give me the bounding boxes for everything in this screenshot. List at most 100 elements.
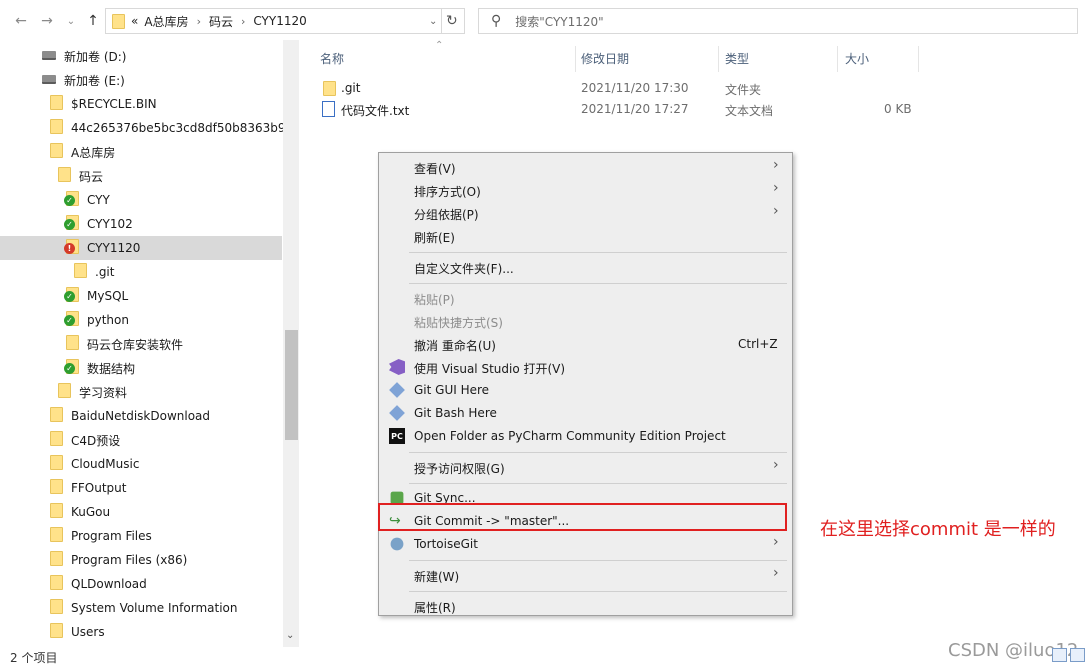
sidebar-item[interactable]: 码云仓库安装软件 [66, 332, 183, 356]
address-dropdown-icon[interactable]: ⌄ [429, 16, 437, 27]
sidebar-item[interactable]: ✓ 数据结构 [64, 356, 135, 380]
sidebar-item[interactable]: ! CYY1120 [64, 236, 140, 260]
sidebar-item[interactable]: BaiduNetdiskDownload [50, 404, 210, 428]
column-header-type[interactable]: 类型 [725, 46, 749, 72]
sidebar-item[interactable]: Program Files (x86) [50, 548, 187, 572]
sidebar-scrollbar-thumb[interactable] [285, 330, 298, 440]
menu-item[interactable]: TortoiseGit › [379, 533, 792, 555]
column-divider[interactable] [837, 46, 838, 72]
column-header-name[interactable]: 名称 [320, 46, 344, 72]
sidebar-item[interactable]: 码云 [58, 164, 103, 188]
file-type: 文件夹 [725, 83, 762, 97]
menu-separator [409, 483, 787, 484]
sidebar-item-label: CYY102 [87, 217, 133, 231]
breadcrumb-current[interactable]: CYY1120 [253, 14, 306, 28]
menu-item-label: TortoiseGit [414, 537, 478, 551]
sidebar-item[interactable]: ✓ CYY [64, 188, 110, 212]
menu-item[interactable]: 撤消 重命名(U) Ctrl+Z [379, 333, 792, 355]
sidebar-item-label: BaiduNetdiskDownload [71, 409, 211, 423]
menu-item[interactable]: 自定义文件夹(F)... [379, 256, 792, 278]
menu-item-label: 粘贴快捷方式(S) [414, 316, 503, 330]
column-divider[interactable] [918, 46, 919, 72]
breadcrumb-mayun[interactable]: 码云 [209, 13, 233, 30]
large-icons-view-icon[interactable] [1070, 648, 1085, 662]
sidebar-item[interactable]: $RECYCLE.BIN [50, 92, 157, 116]
menu-separator [409, 452, 787, 453]
sidebar-item[interactable]: ✓ CYY102 [64, 212, 133, 236]
sidebar-item[interactable]: ✓ python [64, 308, 129, 332]
breadcrumb-overflow[interactable]: « [131, 14, 138, 28]
view-switcher[interactable] [1052, 648, 1085, 662]
menu-item[interactable]: 排序方式(O) › [379, 179, 792, 201]
breadcrumb-a[interactable]: A总库房 [144, 13, 188, 30]
menu-item[interactable]: 查看(V) › [379, 156, 792, 178]
sidebar-item[interactable]: A总库房 [50, 140, 115, 164]
forward-button[interactable]: → [36, 9, 58, 33]
column-divider[interactable] [575, 46, 576, 72]
menu-item[interactable]: 使用 Visual Studio 打开(V) [379, 356, 792, 378]
menu-item-label: 粘贴(P) [414, 293, 455, 307]
sidebar-item[interactable]: 学习资料 [58, 380, 127, 404]
sidebar-item[interactable]: KuGou [50, 500, 110, 524]
menu-item[interactable]: PC Open Folder as PyCharm Community Editi… [379, 425, 792, 447]
sidebar-item[interactable]: FFOutput [50, 476, 127, 500]
menu-item-label: 授予访问权限(G) [414, 462, 505, 476]
context-menu[interactable]: 查看(V) › 排序方式(O) › 分组依据(P) › 刷新(E) 自定义文件夹(F)... 粘… [378, 152, 793, 616]
address-bar[interactable]: « A总库房 › 码云 › CYY1120 ⌄ ↻ [105, 8, 465, 34]
menu-item-label: 自定义文件夹(F)... [414, 262, 514, 276]
menu-item[interactable]: 授予访问权限(G) › [379, 456, 792, 478]
menu-item[interactable]: Git GUI Here [379, 379, 792, 401]
menu-item[interactable]: 分组依据(P) › [379, 202, 792, 224]
file-row[interactable]: 代码文件.txt 2021/11/20 17:27 文本文档 0 KB [320, 99, 920, 121]
sidebar-item[interactable]: 新加卷 (D:) [42, 44, 126, 68]
menu-item[interactable]: Git Bash Here [379, 402, 792, 424]
sidebar-item[interactable]: ✓ MySQL [64, 284, 128, 308]
refresh-icon[interactable]: ↻ [446, 13, 458, 29]
up-button[interactable]: ↑ [82, 9, 104, 33]
scroll-down-icon[interactable]: ⌄ [286, 630, 294, 641]
folder-icon [112, 13, 125, 29]
chevron-right-icon[interactable]: › [197, 15, 201, 28]
sidebar-item[interactable]: 44c265376be5bc3cd8df50b8363b9b [50, 116, 293, 140]
menu-separator [409, 591, 787, 592]
column-header-size[interactable]: 大小 [845, 46, 869, 72]
git-clean-badge-icon: ✓ [64, 315, 75, 326]
sidebar-item[interactable]: Program Files [50, 524, 152, 548]
search-icon: ⚲ [491, 13, 502, 29]
menu-item-label: Git GUI Here [414, 383, 490, 397]
folder-icon [50, 479, 63, 494]
file-name: 代码文件.txt [341, 104, 410, 118]
git-clean-badge-icon: ✓ [64, 363, 75, 374]
sidebar-item[interactable]: .git [74, 260, 114, 284]
recent-locations-chevron-icon[interactable]: ⌄ [60, 9, 82, 33]
sidebar-item[interactable]: CloudMusic [50, 452, 139, 476]
git-clean-badge-icon: ✓ [64, 195, 75, 206]
file-row[interactable]: .git 2021/11/20 17:30 文件夹 [320, 78, 920, 100]
column-divider[interactable] [718, 46, 719, 72]
sidebar-item-label: .git [95, 265, 115, 279]
back-button[interactable]: ← [10, 9, 32, 33]
menu-item[interactable]: 刷新(E) [379, 225, 792, 247]
details-view-icon[interactable] [1052, 648, 1067, 662]
file-name: .git [341, 81, 361, 95]
chevron-right-icon[interactable]: › [241, 15, 245, 28]
menu-item[interactable]: 新建(W) › [379, 564, 792, 586]
sidebar-item[interactable]: 新加卷 (E:) [42, 68, 125, 92]
sidebar-item[interactable]: Users [50, 620, 105, 644]
sidebar-item-label: Program Files (x86) [71, 553, 188, 567]
file-date: 2021/11/20 17:27 [581, 102, 689, 116]
folder-icon [58, 383, 71, 398]
menu-item-label: 查看(V) [414, 162, 456, 176]
column-header-date[interactable]: 修改日期 [581, 46, 629, 72]
menu-separator [409, 252, 787, 253]
folder-icon [50, 551, 63, 566]
submenu-arrow-icon: › [773, 157, 779, 173]
sidebar-item[interactable]: C4D预设 [50, 428, 120, 452]
search-input[interactable]: ⚲ 搜索"CYY1120" [478, 8, 1078, 34]
menu-item[interactable]: 属性(R) [379, 595, 792, 617]
sidebar-item[interactable]: System Volume Information [50, 596, 237, 620]
sidebar-item[interactable]: QLDownload [50, 572, 147, 596]
menu-item-label: 使用 Visual Studio 打开(V) [414, 362, 566, 376]
menu-item: 粘贴(P) [379, 287, 792, 309]
folder-icon [323, 81, 336, 96]
